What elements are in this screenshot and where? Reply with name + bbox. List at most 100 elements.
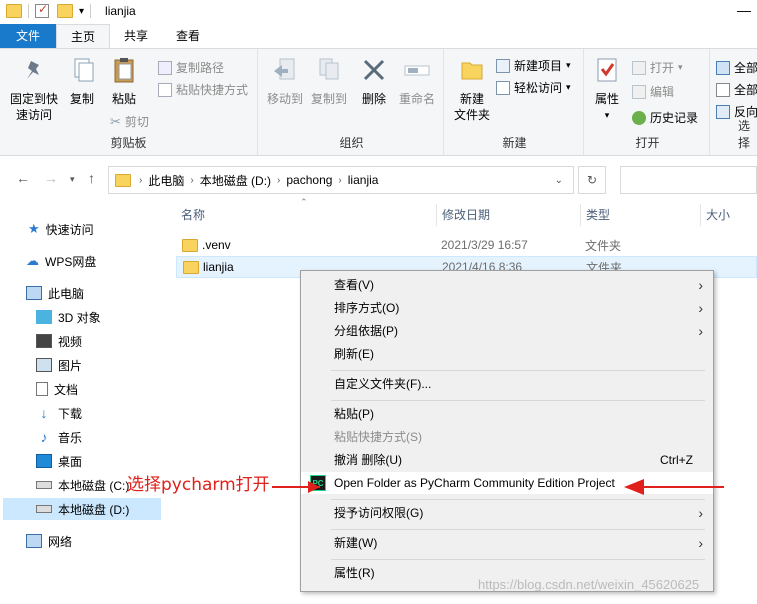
chevron-down-icon[interactable]: ⌄ <box>555 175 563 186</box>
new-item-icon <box>496 58 510 73</box>
refresh-button[interactable]: ↻ <box>578 166 606 194</box>
nav-item-documents[interactable]: 文档 <box>36 378 78 400</box>
copy-icon <box>74 58 94 82</box>
nav-item-wps-drive[interactable]: ☁ WPS网盘 <box>26 250 96 272</box>
nav-item-music[interactable]: ♪ 音乐 <box>36 426 83 448</box>
column-divider[interactable] <box>436 204 437 226</box>
menu-item-paste-shortcut[interactable]: 粘贴快捷方式(S) <box>301 426 713 448</box>
copy-button[interactable]: 复制 <box>62 55 102 107</box>
tab-share[interactable]: 共享 <box>110 24 162 48</box>
move-to-button[interactable]: 移动到 <box>262 55 308 107</box>
breadcrumb-drive-d[interactable]: 本地磁盘 (D:) <box>200 172 271 189</box>
new-folder-quick-icon[interactable] <box>57 4 73 18</box>
video-icon <box>36 334 52 348</box>
forward-arrow-icon[interactable]: → <box>44 170 58 186</box>
column-header-size[interactable]: 大小 <box>706 204 730 226</box>
paste-button[interactable]: 粘贴 <box>104 55 144 107</box>
nav-item-desktop[interactable]: 桌面 <box>36 450 82 472</box>
address-row: ← → ▾ ↑ › 此电脑 › 本地磁盘 (D:) › pachong › li… <box>0 158 757 202</box>
file-type: 文件夹 <box>585 238 622 253</box>
nav-item-quick-access[interactable]: ★ 快速访问 <box>28 218 94 240</box>
address-bar[interactable]: › 此电脑 › 本地磁盘 (D:) › pachong › lianjia ⌄ <box>108 166 574 194</box>
edit-button[interactable]: 编辑 <box>632 83 674 100</box>
nav-item-this-pc[interactable]: 此电脑 <box>26 282 84 304</box>
breadcrumb-this-pc[interactable]: 此电脑 <box>148 172 184 189</box>
menu-item-grant-access[interactable]: 授予访问权限(G) › <box>301 502 713 524</box>
sort-indicator-icon: ⌃ <box>300 197 308 207</box>
easy-access-button[interactable]: 轻松访问 ▾ <box>496 79 571 96</box>
menu-item-paste[interactable]: 粘贴(P) <box>301 403 713 425</box>
menu-item-refresh[interactable]: 刷新(E) <box>301 343 713 365</box>
up-arrow-icon[interactable]: ↑ <box>88 170 95 186</box>
breadcrumb-lianjia[interactable]: lianjia <box>348 173 379 187</box>
nav-label: 本地磁盘 (D:) <box>58 502 130 517</box>
quick-access-dropdown-icon[interactable]: ▾ <box>79 6 84 17</box>
menu-item-group-by[interactable]: 分组依据(P) › <box>301 320 713 342</box>
new-folder-label-line2: 文件夹 <box>453 108 490 122</box>
column-header-modified[interactable]: 修改日期 <box>442 204 490 226</box>
nav-item-drive-c[interactable]: 本地磁盘 (C:) <box>36 474 129 496</box>
drive-icon <box>36 481 52 489</box>
nav-item-3d-objects[interactable]: 3D 对象 <box>36 306 101 328</box>
delete-button[interactable]: 删除 <box>356 55 392 107</box>
nav-item-downloads[interactable]: ↓ 下载 <box>36 402 83 424</box>
nav-item-network[interactable]: 网络 <box>26 530 72 552</box>
cloud-icon: ☁ <box>26 253 39 268</box>
file-row[interactable]: .venv 2021/3/29 16:57 文件夹 <box>176 234 757 256</box>
pin-label-line2: 速访问 <box>15 108 52 122</box>
select-all-button[interactable]: 全部 <box>716 59 757 76</box>
chevron-right-icon[interactable]: › <box>277 175 280 186</box>
nav-label: 本地磁盘 (C:) <box>58 478 130 493</box>
clipboard-icon <box>114 58 134 83</box>
select-none-button[interactable]: 全部 <box>716 81 757 98</box>
easy-access-icon <box>496 80 510 95</box>
nav-label: 桌面 <box>58 454 83 469</box>
menu-item-view[interactable]: 查看(V) › <box>301 274 713 296</box>
chevron-down-icon: ▾ <box>604 110 610 120</box>
column-header-name[interactable]: 名称 <box>181 204 205 226</box>
nav-label: 文档 <box>54 382 79 397</box>
chevron-right-icon[interactable]: › <box>139 175 142 186</box>
chevron-right-icon[interactable]: › <box>190 175 193 186</box>
chevron-right-icon[interactable]: › <box>338 175 341 186</box>
menu-item-undo-delete[interactable]: 撤消 删除(U) Ctrl+Z <box>301 449 713 471</box>
properties-button[interactable]: 属性 ▾ <box>590 55 624 123</box>
properties-check-icon[interactable]: ✓ <box>35 2 49 18</box>
menu-item-new[interactable]: 新建(W) › <box>301 532 713 554</box>
nav-label: 3D 对象 <box>58 310 101 325</box>
nav-item-drive-d[interactable]: 本地磁盘 (D:) <box>3 498 161 520</box>
file-name: .venv <box>202 238 231 252</box>
column-header-type[interactable]: 类型 <box>586 204 610 226</box>
menu-item-customize-folder[interactable]: 自定义文件夹(F)... <box>301 373 713 395</box>
history-button[interactable]: 历史记录 <box>632 109 698 126</box>
tab-home[interactable]: 主页 <box>56 24 111 48</box>
paste-shortcut-button[interactable]: 粘贴快捷方式 <box>158 81 248 98</box>
properties-icon <box>597 58 617 82</box>
chevron-down-icon: ▾ <box>566 82 571 92</box>
open-button[interactable]: 打开 ▾ <box>632 59 683 76</box>
column-divider[interactable] <box>700 204 701 226</box>
back-arrow-icon[interactable]: ← <box>16 170 30 186</box>
cut-button[interactable]: ✂ 剪切 <box>110 113 149 130</box>
search-input[interactable] <box>620 166 757 194</box>
menu-item-sort[interactable]: 排序方式(O) › <box>301 297 713 319</box>
copy-to-button[interactable]: 复制到 <box>306 55 352 107</box>
new-group: 新建 文件夹 新建项目 ▾ 轻松访问 ▾ 新建 <box>446 49 584 155</box>
nav-item-pictures[interactable]: 图片 <box>36 354 82 376</box>
pin-quick-access-button[interactable]: 固定到快 速访问 <box>6 55 62 123</box>
recent-locations-chevron-icon[interactable]: ▾ <box>70 174 75 185</box>
divider <box>28 4 29 18</box>
rename-button[interactable]: 重命名 <box>394 55 440 107</box>
new-item-button[interactable]: 新建项目 ▾ <box>496 57 571 74</box>
breadcrumb-pachong[interactable]: pachong <box>286 173 332 187</box>
nav-item-videos[interactable]: 视频 <box>36 330 82 352</box>
nav-label: WPS网盘 <box>45 254 97 269</box>
new-folder-button[interactable]: 新建 文件夹 <box>450 55 494 123</box>
tab-view[interactable]: 查看 <box>162 24 214 48</box>
minimize-button[interactable]: — <box>737 2 751 18</box>
network-icon <box>26 534 42 548</box>
column-divider[interactable] <box>580 204 581 226</box>
tab-file[interactable]: 文件 <box>0 24 57 48</box>
menu-label: Open Folder as PyCharm Community Edition… <box>334 476 615 490</box>
copy-path-button[interactable]: 复制路径 <box>158 59 224 76</box>
